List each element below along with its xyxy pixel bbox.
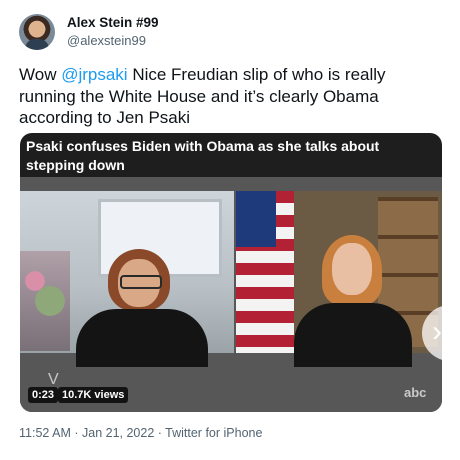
video-player[interactable]: Psaki confuses Biden with Obama as she t… <box>20 133 442 412</box>
us-flag <box>236 191 294 353</box>
scene-plants <box>20 251 70 351</box>
video-views-badge: 10.7K views <box>58 387 129 403</box>
video-caption: Psaki confuses Biden with Obama as she t… <box>26 138 380 173</box>
tweet-timestamp[interactable]: 11:52 AM · Jan 21, 2022 · Twitter for iP… <box>19 426 262 440</box>
video-duration-badge: 0:23 <box>28 387 59 403</box>
avatar-shirt <box>25 39 49 50</box>
guest-body <box>294 303 412 367</box>
avatar[interactable] <box>19 14 55 50</box>
video-frame[interactable]: › V abc <box>20 177 442 412</box>
user-handle[interactable]: @alexstein99 <box>67 33 146 48</box>
host-body <box>76 309 208 367</box>
tweet-text: Wow @jrpsaki Nice Freudian slip of who i… <box>19 64 439 129</box>
guest-face <box>332 243 372 295</box>
flag-union <box>236 191 276 247</box>
tweet-text-prefix: Wow <box>19 65 62 84</box>
host-glasses <box>120 275 162 289</box>
abc-watermark: abc <box>404 385 427 400</box>
video-scene-host <box>20 191 234 367</box>
video-scene-guest <box>236 191 442 367</box>
mention-link[interactable]: @jrpsaki <box>61 65 127 84</box>
display-name[interactable]: Alex Stein #99 <box>67 15 159 30</box>
